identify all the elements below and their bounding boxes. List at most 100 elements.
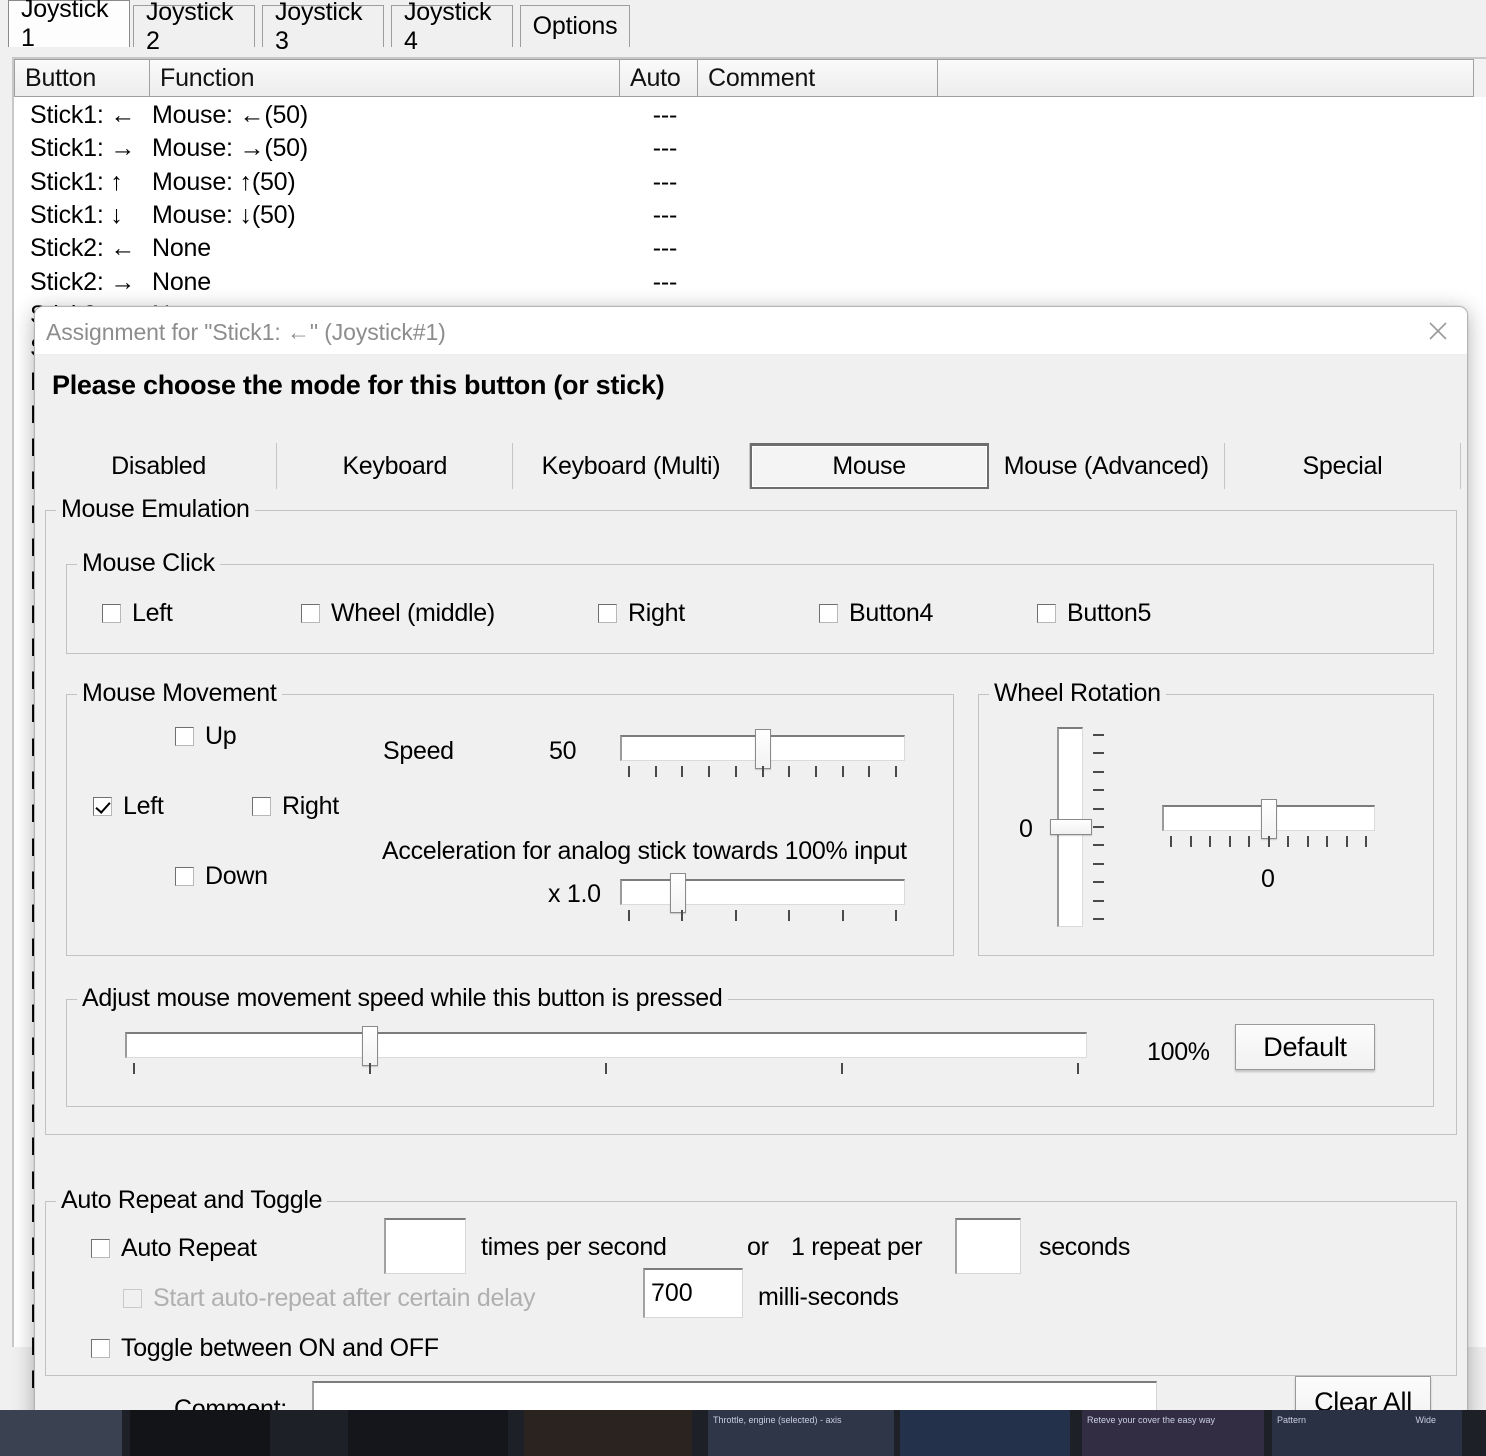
checkbox-start-delay[interactable]: Start auto-repeat after certain delay [123, 1284, 535, 1313]
cell-button: Stick2: → [30, 267, 136, 296]
slider-thumb[interactable] [361, 1026, 378, 1066]
checkbox-auto-repeat[interactable]: Auto Repeat [91, 1234, 257, 1263]
checkbox-movement-right[interactable]: Right [252, 792, 339, 821]
mouse-movement-group: Mouse Movement Up Left Right Down Speed … [66, 679, 954, 956]
cell-auto: --- [652, 134, 678, 163]
column-header-auto[interactable]: Auto [620, 59, 698, 97]
slider-thumb[interactable] [754, 729, 771, 769]
table-row[interactable]: Stick1: ↑ Mouse: ↑(50) --- [16, 166, 1486, 199]
mode-button-keyboard-multi[interactable]: Keyboard (Multi) [513, 443, 750, 489]
mode-selector: Disabled Keyboard Keyboard (Multi) Mouse… [41, 443, 1462, 489]
wheel-rotation-group: Wheel Rotation 0 0 [978, 679, 1434, 956]
column-header-blank[interactable] [938, 59, 1474, 97]
speed-slider[interactable] [620, 729, 905, 779]
tab-options[interactable]: Options [520, 5, 630, 47]
tab-joystick-1[interactable]: Joystick 1 [8, 0, 130, 52]
checkbox-movement-left[interactable]: Left [93, 792, 164, 821]
mouse-emulation-legend: Mouse Emulation [56, 495, 255, 524]
taskbar-thumbnail[interactable] [348, 1410, 508, 1456]
tab-label: Joystick 4 [404, 0, 492, 55]
seconds-label: seconds [1039, 1233, 1131, 1261]
column-header-button[interactable]: Button [14, 59, 150, 97]
milliseconds-label: milli-seconds [758, 1283, 899, 1311]
cell-auto: --- [652, 101, 678, 130]
slider-thumb[interactable] [1260, 799, 1277, 839]
table-row[interactable]: Stick1: ← Mouse: ←(50) --- [16, 99, 1486, 132]
taskbar-thumbnail[interactable]: Pattern Wide [1272, 1410, 1462, 1456]
tab-joystick-3[interactable]: Joystick 3 [262, 0, 384, 55]
checkbox-box [252, 797, 271, 816]
taskbar-thumbnail[interactable] [130, 1410, 270, 1456]
checkbox-mouse-click-button4[interactable]: Button4 [819, 599, 933, 628]
header-label: Auto [630, 63, 681, 92]
checkbox-label: Up [205, 722, 237, 750]
tab-joystick-2[interactable]: Joystick 2 [133, 0, 255, 55]
wheel-vertical-value: 0 [1019, 815, 1033, 843]
table-row[interactable]: Stick1: ↓ Mouse: ↓(50) --- [16, 199, 1486, 232]
slider-ticks [1162, 836, 1375, 848]
slider-ticks [1093, 727, 1105, 927]
cell-function: Mouse: →(50) [152, 134, 308, 163]
slider-track [620, 879, 905, 905]
checkbox-label: Start auto-repeat after certain delay [153, 1284, 536, 1312]
joystick-tab-strip: Joystick 1 Joystick 2 Joystick 3 Joystic… [0, 0, 1486, 55]
tab-joystick-4[interactable]: Joystick 4 [391, 0, 513, 55]
cell-button: Stick1: ← [30, 101, 136, 130]
mode-button-keyboard[interactable]: Keyboard [277, 443, 514, 489]
adjust-speed-legend: Adjust mouse movement speed while this b… [77, 984, 728, 1013]
cell-button: Stick1: ↓ [30, 201, 123, 230]
taskbar-thumbnail[interactable] [0, 1410, 122, 1456]
taskbar-thumbnail[interactable] [524, 1410, 692, 1456]
checkbox-mouse-click-wheel[interactable]: Wheel (middle) [301, 599, 495, 628]
close-icon[interactable] [1409, 307, 1467, 354]
mode-label: Special [1302, 451, 1383, 480]
mouse-click-legend: Mouse Click [77, 549, 220, 578]
wheel-horizontal-slider[interactable] [1162, 799, 1375, 849]
default-button[interactable]: Default [1235, 1024, 1375, 1070]
checkbox-label: Button4 [849, 599, 934, 627]
taskbar-thumbnail[interactable]: Reteve your cover the easy way [1082, 1410, 1264, 1456]
cell-button: Stick1: → [30, 134, 136, 163]
acceleration-label: Acceleration for analog stick towards 10… [382, 837, 907, 865]
checkbox-mouse-click-left[interactable]: Left [102, 599, 173, 628]
auto-repeat-seconds-input[interactable] [955, 1218, 1021, 1274]
checkbox-box [1037, 604, 1056, 623]
checkbox-label: Wheel (middle) [331, 599, 495, 627]
table-row[interactable]: Stick2: → None --- [16, 265, 1486, 298]
checkbox-movement-down[interactable]: Down [175, 862, 268, 891]
table-row[interactable]: Stick1: → Mouse: →(50) --- [16, 132, 1486, 165]
acceleration-slider[interactable] [620, 873, 905, 923]
slider-thumb[interactable] [1050, 819, 1092, 835]
checkbox-mouse-click-button5[interactable]: Button5 [1037, 599, 1151, 628]
or-label: or [747, 1233, 769, 1261]
auto-repeat-times-input[interactable] [384, 1218, 466, 1274]
adjust-speed-slider[interactable] [125, 1026, 1087, 1076]
mode-button-mouse-advanced[interactable]: Mouse (Advanced) [989, 443, 1225, 489]
table-row[interactable]: Stick2: ← None --- [16, 232, 1486, 265]
auto-repeat-delay-input[interactable] [643, 1268, 743, 1318]
checkbox-box [91, 1239, 110, 1258]
tab-label: Joystick 1 [21, 0, 109, 52]
mode-button-special[interactable]: Special [1225, 443, 1462, 489]
checkbox-movement-up[interactable]: Up [175, 722, 237, 751]
cell-auto: --- [652, 234, 678, 263]
button-label: Default [1263, 1031, 1347, 1062]
checkbox-mouse-click-right[interactable]: Right [598, 599, 685, 628]
taskbar-thumbnail[interactable] [900, 1410, 1070, 1456]
column-header-comment[interactable]: Comment [698, 59, 938, 97]
mode-button-disabled[interactable]: Disabled [41, 443, 278, 489]
cell-function: None [152, 267, 211, 296]
column-header-function[interactable]: Function [150, 59, 620, 97]
slider-thumb[interactable] [669, 873, 686, 913]
mode-label: Keyboard (Multi) [541, 451, 721, 480]
checkbox-toggle-on-off[interactable]: Toggle between ON and OFF [91, 1334, 439, 1363]
wheel-vertical-slider[interactable] [1050, 727, 1105, 927]
slider-ticks [620, 766, 905, 778]
taskbar-thumbnail[interactable]: Throttle, engine (selected) - axis [708, 1410, 894, 1456]
adjust-speed-value: 100% [1147, 1038, 1210, 1066]
mode-button-mouse[interactable]: Mouse [749, 443, 989, 489]
tab-label: Joystick 3 [275, 0, 363, 55]
times-per-second-label: times per second [481, 1233, 667, 1261]
thumbnail-label: Throttle, engine (selected) - axis [713, 1415, 842, 1425]
cell-function: Mouse: ↓(50) [152, 201, 296, 230]
